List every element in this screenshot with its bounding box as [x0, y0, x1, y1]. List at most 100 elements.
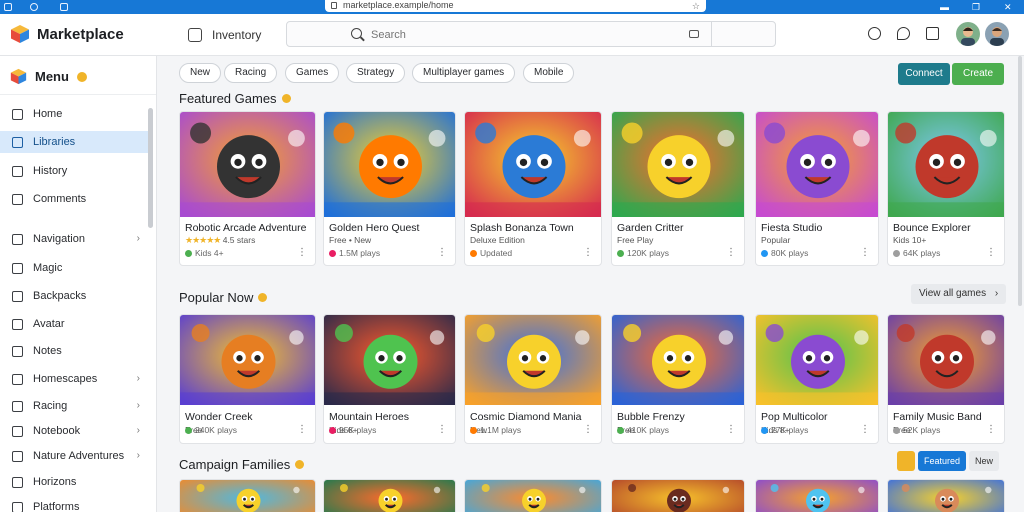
game-card[interactable]: Pop Multicolor Kids 8+ 77K plays ⋮	[755, 314, 879, 444]
close-icon[interactable]: ✕	[1004, 1, 1012, 13]
sidebar-item-racing[interactable]: Racing ›	[0, 395, 148, 417]
filter-chip[interactable]: Mobile	[523, 63, 575, 83]
game-card[interactable]	[323, 479, 456, 512]
create-button[interactable]: Create	[952, 63, 1004, 85]
game-card[interactable]: Family Music Band Free 52K plays ⋮	[887, 314, 1005, 444]
status-dot-icon	[617, 250, 624, 257]
more-options-icon[interactable]: ⋮	[583, 247, 593, 258]
inventory-button[interactable]: Inventory	[188, 25, 261, 45]
game-card[interactable]: Cosmic Diamond Mania New 1.1M plays ⋮	[464, 314, 602, 444]
view-all-button[interactable]: View all games ›	[911, 284, 1007, 304]
sidebar-item-notebook[interactable]: Notebook ›	[0, 420, 148, 442]
game-stats-text: 80K plays	[771, 248, 809, 258]
more-options-icon[interactable]: ⋮	[437, 424, 447, 435]
game-title: Pop Multicolor	[761, 411, 828, 423]
sidebar-item-navigation[interactable]: Navigation ›	[0, 228, 148, 250]
sidebar-heading: Menu	[10, 68, 87, 85]
game-card[interactable]	[887, 479, 1005, 512]
filter-chip[interactable]: Games	[285, 63, 340, 83]
game-title: Cosmic Diamond Mania	[470, 411, 582, 423]
more-options-icon[interactable]: ⋮	[860, 247, 870, 258]
minimize-icon[interactable]: ▬	[940, 1, 949, 13]
main-scrollbar[interactable]	[1018, 56, 1022, 306]
filter-chip[interactable]: Strategy	[346, 63, 406, 83]
sidebar-item-backpacks[interactable]: Backpacks	[0, 285, 148, 307]
camera-icon[interactable]	[689, 30, 699, 38]
search-box[interactable]	[286, 21, 776, 47]
game-card[interactable]: Splash Bonanza Town Deluxe Edition Updated…	[464, 111, 602, 266]
sidebar-item-history[interactable]: History	[0, 160, 148, 182]
sidebar-item-libraries[interactable]: Libraries	[0, 131, 148, 153]
game-card[interactable]	[179, 479, 316, 512]
more-options-icon[interactable]: ⋮	[986, 424, 996, 435]
sidebar-item-comments[interactable]: Comments	[0, 188, 148, 210]
notifications-icon[interactable]	[868, 27, 881, 40]
more-options-icon[interactable]: ⋮	[726, 424, 736, 435]
sidebar-scrollbar[interactable]	[148, 108, 153, 228]
game-card[interactable]	[464, 479, 602, 512]
bookmark-icon[interactable]: ☆	[692, 1, 700, 11]
avatar-icon	[12, 318, 23, 330]
game-card[interactable]: Mountain Heroes Kids 6+ 95K plays ⋮	[323, 314, 456, 444]
refresh-icon[interactable]	[30, 3, 38, 11]
sidebar-item-home[interactable]: Home	[0, 103, 148, 125]
notes-icon	[12, 345, 23, 357]
more-options-icon[interactable]: ⋮	[986, 247, 996, 258]
sidebar-item-homescapes[interactable]: Homescapes ›	[0, 368, 148, 390]
nature-adventures-icon	[12, 450, 23, 462]
coin-toggle-icon[interactable]	[897, 451, 915, 471]
game-title: Golden Hero Quest	[329, 222, 420, 234]
sidebar-item-nature-adventures[interactable]: Nature Adventures ›	[0, 445, 148, 467]
filter-chip[interactable]: New	[179, 63, 222, 83]
avatar[interactable]	[956, 22, 980, 46]
game-card[interactable]: Golden Hero Quest Free • New 1.5M plays ⋮	[323, 111, 456, 266]
chevron-right-icon: ›	[994, 288, 999, 299]
game-stats-text: 77K plays	[771, 425, 809, 435]
more-options-icon[interactable]: ⋮	[860, 424, 870, 435]
maximize-icon[interactable]: ❐	[972, 1, 980, 13]
pill-new[interactable]: New	[969, 451, 1000, 471]
chat-icon[interactable]	[897, 27, 910, 40]
more-options-icon[interactable]: ⋮	[297, 424, 307, 435]
cart-icon[interactable]	[926, 27, 939, 40]
connect-button[interactable]: Connect	[898, 63, 950, 85]
game-card[interactable]	[755, 479, 879, 512]
status-dot-icon	[617, 427, 624, 434]
more-options-icon[interactable]: ⋮	[437, 247, 447, 258]
status-dot-icon	[329, 427, 336, 434]
chevron-right-icon: ›	[136, 233, 140, 244]
game-card[interactable]	[611, 479, 745, 512]
filter-chip[interactable]: Racing	[224, 63, 278, 83]
more-options-icon[interactable]: ⋮	[297, 247, 307, 258]
more-options-icon[interactable]: ⋮	[583, 424, 593, 435]
game-stats: 1.5M plays	[329, 248, 380, 258]
game-card[interactable]: Bounce Explorer Kids 10+ 64K plays ⋮	[887, 111, 1005, 266]
cube-logo-icon	[11, 25, 29, 43]
sidebar-item-label: Navigation	[33, 233, 85, 245]
address-bar[interactable]: marketplace.example/home ☆	[325, 0, 706, 12]
game-stats: 52K plays	[893, 425, 940, 435]
game-card[interactable]: Wonder Creek Free 240K plays ⋮	[179, 314, 316, 444]
status-dot-icon	[470, 250, 477, 257]
sidebar-item-platforms[interactable]: Platforms	[0, 496, 148, 512]
tab-icon[interactable]	[60, 3, 68, 11]
cube-logo-icon	[10, 68, 27, 85]
game-stats: 95K plays	[329, 425, 376, 435]
game-card[interactable]: Fiesta Studio Popular 80K plays ⋮	[755, 111, 879, 266]
game-card[interactable]: Garden Critter Free Play 120K plays ⋮	[611, 111, 745, 266]
search-input[interactable]	[371, 26, 671, 43]
more-options-icon[interactable]: ⋮	[726, 247, 736, 258]
game-thumbnail	[465, 480, 601, 512]
sidebar-item-avatar[interactable]: Avatar	[0, 313, 148, 335]
lock-icon	[331, 2, 337, 9]
filter-chip[interactable]: Multiplayer games	[412, 63, 516, 83]
sidebar-item-magic[interactable]: Magic	[0, 257, 148, 279]
game-card[interactable]: Robotic Arcade Adventure ★★★★★ 4.5 stars K…	[179, 111, 316, 266]
sidebar-item-notes[interactable]: Notes	[0, 340, 148, 362]
sidebar-item-horizons[interactable]: Horizons	[0, 471, 148, 493]
game-card[interactable]: Bubble Frenzy Free 410K plays ⋮	[611, 314, 745, 444]
pill-featured[interactable]: Featured	[918, 451, 967, 471]
view-all-label: View all games	[919, 288, 987, 299]
avatar-secondary[interactable]	[985, 22, 1009, 46]
sidebar-item-label: Homescapes	[33, 373, 98, 385]
